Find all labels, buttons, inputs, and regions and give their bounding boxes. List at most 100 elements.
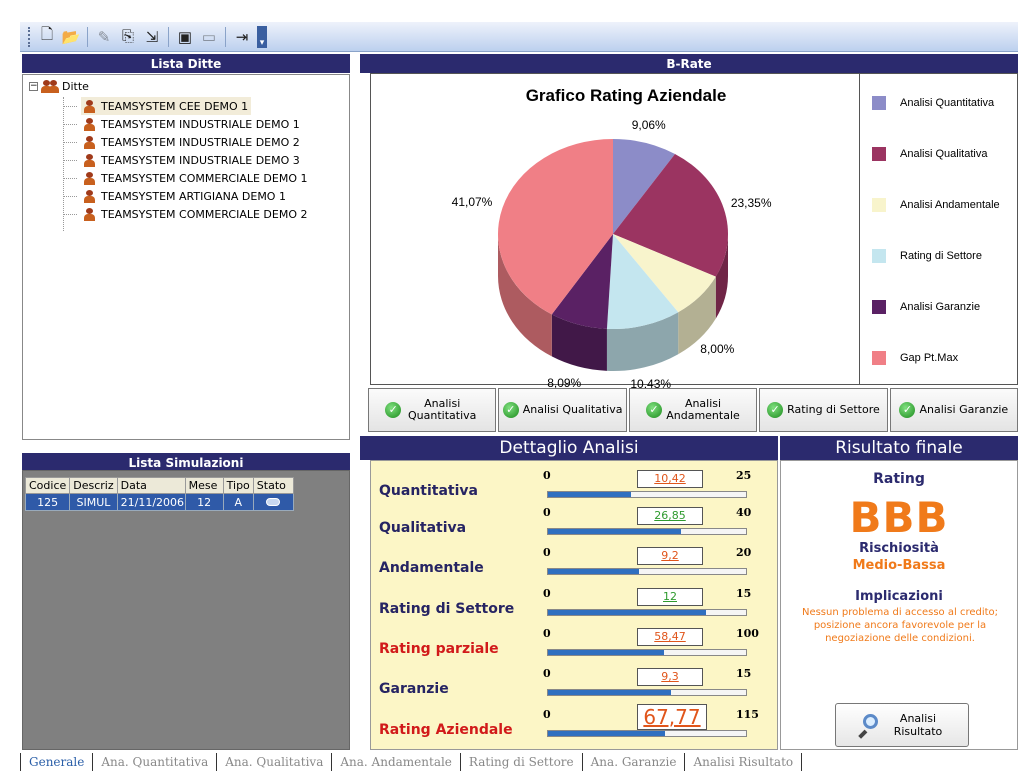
edit-icon[interactable]: ✎ <box>93 26 115 48</box>
detail-row-label: Quantitativa <box>379 483 478 499</box>
bottom-tab[interactable]: Rating di Settore <box>461 753 583 771</box>
analyze-result-label: Analisi Risultato <box>893 712 943 738</box>
gauge-value: 67,77 <box>637 704 707 730</box>
tree-connector <box>63 178 77 179</box>
analysis-tab-button[interactable]: ✓ Analisi Qualitativa <box>498 388 627 432</box>
analysis-tabs: ✓ Analisi Quantitativa ✓ Analisi Qualitativ… <box>368 388 1019 432</box>
gauge-fill <box>548 690 671 695</box>
bottom-tab[interactable]: Ana. Quantitativa <box>93 753 218 771</box>
legend-label: Rating di Settore <box>900 250 982 262</box>
gauge-max: 15 <box>736 667 752 680</box>
legend-item: Gap Pt.Max <box>872 351 958 365</box>
gauge-min: 0 <box>543 469 551 482</box>
bottom-tab-bar: Generale Ana. Quantitativa Ana. Qualitativ… <box>20 753 1020 771</box>
legend-label: Gap Pt.Max <box>900 352 959 364</box>
tree-connector <box>63 106 77 107</box>
gauge-max: 100 <box>736 627 759 640</box>
toolbar-overflow-button[interactable]: ▾ <box>257 25 267 48</box>
analysis-tab-button[interactable]: ✓ Analisi Andamentale <box>628 388 758 432</box>
legend-swatch <box>872 96 886 110</box>
slice-percent-label: 8,00% <box>700 342 735 357</box>
gauge-max: 40 <box>736 506 752 519</box>
column-header[interactable]: Data <box>116 477 186 494</box>
simulations-grid: Codice Descriz Data Mese Tipo Stato 125 SIMUL 2… <box>22 470 350 750</box>
toolbar-separator <box>168 26 169 47</box>
company-item[interactable]: TEAMSYSTEM COMMERCIALE DEMO 2 <box>81 205 310 223</box>
legend-label: Analisi Garanzie <box>900 301 981 313</box>
slice-percent-label: 41,07% <box>451 194 493 209</box>
rating-label: Rating <box>873 471 925 487</box>
check-icon: ✓ <box>646 402 663 418</box>
gauge-value: 9,3 <box>637 668 703 686</box>
company-item[interactable]: TEAMSYSTEM CEE DEMO 1 <box>81 97 252 115</box>
gauge-min: 0 <box>543 708 551 721</box>
import-icon[interactable]: ⇲ <box>141 26 163 48</box>
bottom-tab[interactable]: Ana. Andamentale <box>332 753 461 771</box>
rating-value: BBB <box>849 493 949 542</box>
analysis-tab-button[interactable]: ✓ Analisi Garanzie <box>889 388 1019 432</box>
simulations-table: Codice Descriz Data Mese Tipo Stato 125 SIMUL 2… <box>24 477 294 511</box>
company-item[interactable]: TEAMSYSTEM ARTIGIANA DEMO 1 <box>81 187 289 205</box>
company-icon <box>84 153 95 167</box>
bottom-tab[interactable]: Ana. Qualitativa <box>217 753 333 771</box>
tree-root[interactable]: − Ditte <box>29 80 89 93</box>
gauge-fill <box>548 529 681 534</box>
gauge-bar <box>547 689 747 696</box>
table-cell[interactable]: 21/11/2006 <box>116 493 186 511</box>
table-cell[interactable]: 125 <box>24 493 71 511</box>
copy-icon[interactable]: ⎘ <box>117 26 139 48</box>
gauge-max: 115 <box>736 708 759 721</box>
result-title: Risultato finale <box>780 436 1018 460</box>
check-icon: ✓ <box>767 402 784 418</box>
gauge-value: 26,85 <box>637 507 703 525</box>
column-header[interactable]: Descriz <box>69 477 118 494</box>
bottom-tab[interactable]: Ana. Garanzie <box>583 753 686 771</box>
card-icon[interactable]: ▭ <box>198 26 220 48</box>
analysis-tab-label: Analisi Quantitativa <box>408 397 477 422</box>
gauge-value: 9,2 <box>637 547 703 565</box>
company-item[interactable]: TEAMSYSTEM INDUSTRIALE DEMO 2 <box>81 133 303 151</box>
table-cell[interactable]: SIMUL <box>69 493 118 511</box>
analysis-tab-button[interactable]: ✓ Analisi Quantitativa <box>368 388 497 432</box>
column-header[interactable]: Codice <box>24 477 71 494</box>
bottom-tab[interactable]: Generale <box>20 753 94 771</box>
toolbar-grip[interactable] <box>28 26 31 47</box>
check-icon: ✓ <box>385 402 402 418</box>
table-cell[interactable]: A <box>222 493 254 511</box>
tree-connector <box>63 124 77 125</box>
table-cell[interactable]: 12 <box>184 493 224 511</box>
column-header[interactable]: Tipo <box>222 477 254 494</box>
analyze-result-button[interactable]: Analisi Risultato <box>835 703 969 747</box>
legend-swatch <box>872 198 886 212</box>
legend-swatch <box>872 147 886 161</box>
table-row[interactable]: 125 SIMUL 21/11/2006 12 A <box>24 493 294 511</box>
company-item[interactable]: TEAMSYSTEM COMMERCIALE DEMO 1 <box>81 169 310 187</box>
gauge-min: 0 <box>543 667 551 680</box>
collapse-icon[interactable]: − <box>29 82 38 91</box>
chart-area: Grafico Rating Aziendale 9,06% 23,35% 8,00… <box>370 73 1018 391</box>
detail-row-label: Qualitativa <box>379 520 467 536</box>
monitor-icon[interactable]: ▣ <box>174 26 196 48</box>
column-header[interactable]: Mese <box>184 477 224 494</box>
company-item[interactable]: TEAMSYSTEM INDUSTRIALE DEMO 3 <box>81 151 303 169</box>
gauge-min: 0 <box>543 506 551 519</box>
slice-percent-label: 9,06% <box>631 117 666 132</box>
risk-value: Medio-Bassa <box>852 558 946 573</box>
gauge-value: 58,47 <box>637 628 703 646</box>
gauge-value: 10,42 <box>637 470 703 488</box>
company-label: TEAMSYSTEM COMMERCIALE DEMO 1 <box>101 171 308 185</box>
company-icon <box>84 171 95 185</box>
detail-row-label: Rating di Settore <box>379 601 515 617</box>
bottom-tab[interactable]: Analisi Risultato <box>685 753 803 771</box>
slice-percent-label: 23,35% <box>730 196 772 211</box>
tree-connector <box>63 196 77 197</box>
company-item[interactable]: TEAMSYSTEM INDUSTRIALE DEMO 1 <box>81 115 303 133</box>
exit-icon[interactable]: ⇥ <box>231 26 253 48</box>
analysis-tab-button[interactable]: ✓ Rating di Settore <box>759 388 888 432</box>
column-header[interactable]: Stato <box>252 477 294 494</box>
tree-root-label: Ditte <box>62 80 89 93</box>
companies-tree: − Ditte TEAMSYSTEM CEE DEMO 1 TEAMSYSTEM … <box>22 74 350 440</box>
open-icon[interactable]: 📂 <box>60 26 82 48</box>
new-icon[interactable]: 🗋 <box>36 26 58 48</box>
table-cell[interactable] <box>252 493 294 511</box>
